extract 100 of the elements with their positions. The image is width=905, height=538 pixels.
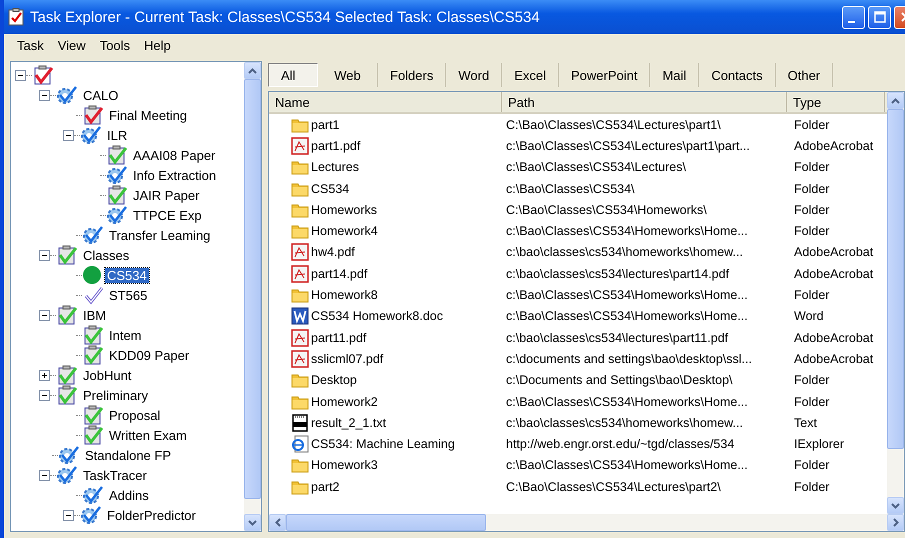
tree-item[interactable]: FolderPredictor: [105, 508, 198, 522]
scroll-thumb[interactable]: [887, 109, 904, 449]
file-type: Folder: [793, 182, 830, 196]
file-name[interactable]: part1: [311, 118, 340, 132]
pdf-icon: [291, 264, 309, 283]
clipboard-check-icon: [56, 385, 78, 405]
file-type: Folder: [793, 394, 830, 408]
caret-left-icon: [274, 518, 280, 527]
tree-item[interactable]: IBM: [81, 308, 108, 322]
file-name[interactable]: Homework3: [311, 458, 378, 472]
file-name[interactable]: sslicml07.pdf: [311, 352, 384, 366]
file-path: c:\Bao\Classes\CS534\: [505, 182, 636, 196]
gear-check-icon: [58, 445, 80, 465]
file-path: c:\Bao\Classes\CS534\Homeworks\Home...: [505, 394, 749, 408]
clipboard-check-icon: [8, 8, 24, 26]
tree-item[interactable]: CS534: [105, 268, 149, 282]
file-path: c:\bao\classes\cs534\homeworks\homew...: [505, 245, 744, 260]
menu-item[interactable]: Help: [137, 38, 178, 53]
file-name[interactable]: Lectures: [311, 160, 359, 174]
folder-icon: [291, 202, 309, 218]
tree-item[interactable]: Transfer Leaming: [107, 228, 212, 242]
tree-item[interactable]: Classes: [81, 248, 132, 262]
pdf-icon: [291, 328, 309, 347]
clipboard-check-icon: [82, 105, 104, 125]
tree-item[interactable]: Preliminary: [81, 388, 150, 402]
minimize-button[interactable]: [842, 6, 865, 28]
filter-tab[interactable]: All: [268, 63, 318, 87]
tree-item[interactable]: KDD09 Paper: [107, 348, 192, 362]
file-name[interactable]: CS534 Homework8.doc: [311, 309, 444, 324]
file-path: c:\Bao\Classes\CS534\Homeworks\Home...: [505, 224, 749, 238]
file-type: IExplorer: [793, 437, 846, 452]
pdf-icon: [291, 350, 309, 368]
tree-item[interactable]: ILR: [105, 128, 130, 142]
expander-toggle[interactable]: [39, 390, 50, 400]
folder-icon: [291, 394, 309, 410]
tree-item[interactable]: Proposal: [107, 408, 162, 422]
file-path: c:\Bao\Classes\CS534\Homeworks\Home...: [505, 458, 749, 472]
column-header[interactable]: Path: [502, 92, 787, 112]
scroll-thumb[interactable]: [286, 514, 486, 531]
expander-toggle[interactable]: [39, 90, 50, 100]
menu-item[interactable]: Task: [10, 38, 51, 53]
caret-up-icon: [891, 98, 900, 104]
expander-toggle[interactable]: [39, 310, 50, 320]
maximize-icon: [874, 11, 886, 23]
tree-item[interactable]: Standalone FP: [83, 448, 174, 462]
scroll-down-button[interactable]: [244, 514, 261, 531]
column-header[interactable]: Type: [787, 92, 885, 112]
file-name[interactable]: part1.pdf: [311, 138, 360, 153]
file-name[interactable]: part2: [311, 480, 340, 494]
horizontal-scrollbar[interactable]: [269, 514, 904, 531]
file-path: C:\Bao\Classes\CS534\Homeworks\: [505, 202, 708, 217]
tree-item[interactable]: Final Meeting: [107, 108, 190, 122]
menu-item[interactable]: View: [50, 38, 93, 53]
file-name[interactable]: Homework2: [311, 394, 378, 408]
tree-item[interactable]: TaskTracer: [81, 468, 149, 482]
scroll-right-button[interactable]: [887, 514, 904, 531]
file-type: AdobeAcrobat: [793, 330, 874, 345]
pdf-icon: [291, 136, 309, 155]
scroll-up-button[interactable]: [244, 62, 261, 79]
tree-item[interactable]: Written Exam: [107, 428, 189, 442]
file-name[interactable]: part14.pdf: [311, 266, 368, 281]
scroll-down-button[interactable]: [887, 497, 904, 514]
tree-item[interactable]: JAIR Paper: [131, 188, 202, 202]
file-name[interactable]: Homework8: [311, 288, 378, 302]
tree-item[interactable]: TTPCE Exp: [131, 208, 204, 222]
file-type: Folder: [793, 160, 830, 174]
file-name[interactable]: hw4.pdf: [311, 245, 355, 260]
vertical-scrollbar[interactable]: [887, 92, 904, 514]
clipboard-check-icon: [106, 145, 128, 165]
file-name[interactable]: part11.pdf: [311, 330, 366, 345]
tree-item[interactable]: Intem: [107, 328, 144, 342]
gear-check-icon: [106, 165, 128, 185]
expander-toggle[interactable]: [63, 510, 74, 520]
expander-toggle[interactable]: [15, 70, 26, 80]
tree-item[interactable]: Addins: [107, 488, 151, 502]
file-path: c:\bao\classes\cs534\lectures\part14.pdf: [505, 266, 730, 281]
file-name[interactable]: Homeworks: [311, 202, 377, 217]
tree-item[interactable]: CALO: [81, 88, 120, 102]
column-header[interactable]: Name: [269, 92, 502, 112]
scroll-up-button[interactable]: [887, 92, 904, 109]
expander-toggle[interactable]: [39, 470, 50, 480]
file-name[interactable]: Desktop: [311, 373, 357, 388]
expander-toggle[interactable]: [39, 370, 50, 380]
expander-toggle[interactable]: [63, 130, 74, 140]
expander-toggle[interactable]: [39, 250, 50, 260]
gear-check-icon: [56, 85, 78, 105]
scroll-left-button[interactable]: [269, 514, 286, 531]
file-name[interactable]: result_2_1.txt: [311, 416, 386, 430]
file-path: c:\Bao\Classes\CS534\Homeworks\Home...: [505, 309, 749, 324]
file-name[interactable]: CS534: Machine Leaming: [311, 437, 455, 452]
tree-item[interactable]: JobHunt: [81, 368, 134, 382]
clipboard-check-icon: [56, 365, 78, 385]
menu-item[interactable]: Tools: [92, 38, 138, 53]
file-name[interactable]: Homework4: [311, 224, 378, 238]
maximize-button[interactable]: [868, 6, 891, 28]
file-name[interactable]: CS534: [311, 182, 350, 196]
gear-check-icon: [82, 225, 104, 245]
tree-item[interactable]: ST565: [107, 288, 150, 302]
tree-item[interactable]: Info Extraction: [131, 168, 218, 182]
tree-item[interactable]: AAAI08 Paper: [131, 148, 218, 162]
